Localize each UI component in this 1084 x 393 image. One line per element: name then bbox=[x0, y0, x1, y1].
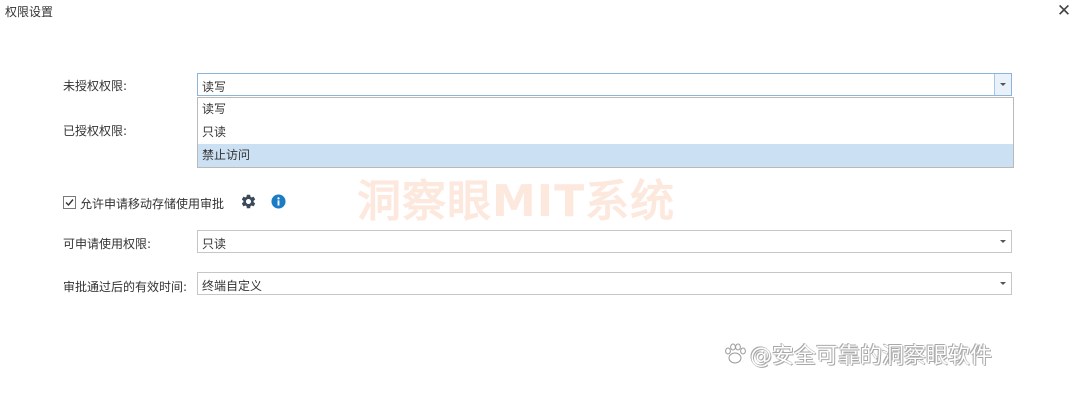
request-permission-label: 可申请使用权限: bbox=[63, 237, 152, 251]
allow-request-checkbox-label: 允许申请移动存储使用审批 bbox=[80, 197, 225, 211]
unauthorized-permission-select[interactable]: 读写 bbox=[197, 73, 1012, 96]
dropdown-arrow-icon bbox=[1000, 282, 1006, 285]
unauthorized-permission-value: 读写 bbox=[202, 80, 227, 94]
unauthorized-permission-label: 未授权权限: bbox=[63, 79, 128, 93]
dropdown-option-read-only[interactable]: 只读 bbox=[198, 121, 1013, 144]
dropdown-toggle[interactable] bbox=[994, 74, 1011, 95]
credit-text: @安全可靠的洞察眼软件 bbox=[750, 344, 993, 369]
checkmark-icon bbox=[65, 199, 74, 207]
approval-time-value: 终端自定义 bbox=[202, 279, 263, 293]
dropdown-option-read-write[interactable]: 读写 bbox=[198, 98, 1013, 121]
authorized-permission-label: 已授权权限: bbox=[63, 124, 128, 138]
approval-time-label: 审批通过后的有效时间: bbox=[63, 280, 188, 294]
gear-icon[interactable] bbox=[240, 193, 257, 210]
dropdown-arrow-icon bbox=[1000, 240, 1006, 243]
info-icon[interactable] bbox=[271, 194, 286, 209]
paw-icon bbox=[725, 343, 746, 364]
watermark-text: 洞察眼MIT系统 bbox=[357, 176, 676, 227]
dropdown-arrow-icon bbox=[1000, 83, 1006, 86]
dropdown-option-no-access[interactable]: 禁止访问 bbox=[198, 144, 1013, 167]
permission-dropdown-list: 读写 只读 禁止访问 bbox=[197, 97, 1014, 168]
allow-request-checkbox[interactable] bbox=[63, 196, 76, 209]
window-title: 权限设置 bbox=[5, 5, 54, 19]
approval-time-select[interactable]: 终端自定义 bbox=[197, 272, 1012, 295]
request-permission-select[interactable]: 只读 bbox=[197, 230, 1012, 253]
request-permission-value: 只读 bbox=[202, 237, 227, 251]
close-icon[interactable]: ✕ bbox=[1055, 2, 1073, 20]
